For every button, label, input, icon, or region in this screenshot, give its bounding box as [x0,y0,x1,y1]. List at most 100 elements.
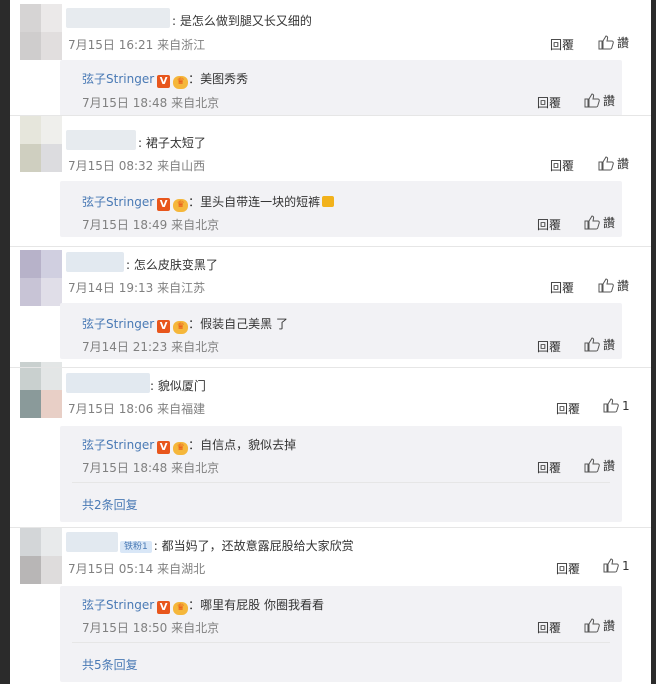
reply-author-link[interactable]: 弦子Stringer [82,438,154,452]
reply-time: 7月15日 18:48 [82,461,168,475]
comment-source: 来自山西 [157,159,206,173]
more-replies-link[interactable]: 共2条回复 [82,496,138,513]
reply-like-button[interactable]: 讚 [584,336,615,352]
reply-button[interactable]: 回覆 [550,157,574,174]
like-count: 1 [622,399,630,413]
like-button[interactable]: 讚 [598,34,629,50]
reply-meta: 7月14日 21:23 来自北京 [82,338,219,355]
reply-line: 弦子Stringer V ♛ ：里头自带连一块的短裤 [82,193,335,212]
reply-text: ：美图秀秀 [188,72,249,86]
comment-time: 7月15日 05:14 [68,562,154,576]
comment-source: 来自浙江 [157,38,206,52]
reply-meta: 7月15日 18:48 来自北京 [82,459,219,476]
reply-text: ：假装自己美黑 了 [188,317,288,331]
avatar[interactable] [20,116,62,172]
commenter-name-blurred[interactable] [66,252,124,272]
reply-line: 弦子Stringer V ♛ ：美图秀秀 [82,70,248,89]
like-label: 讚 [617,36,630,50]
thumbs-up-icon [603,558,619,573]
reply-line: 弦子Stringer V ♛ ：假装自己美黑 了 [82,315,288,334]
reply-line: 弦子Stringer V ♛ ：哪里有屁股 你圈我看看 [82,596,324,615]
shorts-emoji-icon [322,196,335,207]
comment-meta: 7月15日 18:06 来自福建 [68,400,205,417]
like-label: 讚 [603,459,616,473]
comment-time: 7月15日 08:32 [68,159,154,173]
reply-source: 来自北京 [171,96,220,110]
reply-button[interactable]: 回覆 [550,279,574,296]
commenter-name-blurred[interactable] [66,130,136,150]
reply-like-button[interactable]: 讚 [584,617,615,633]
author-reply: 弦子Stringer V ♛ ：美图秀秀 7月15日 18:48 来自北京 回覆 讚 [60,60,622,116]
reply-line: 弦子Stringer V ♛ ：自信点，貌似去掉 [82,436,296,455]
thread-divider [10,246,651,247]
comment-source: 来自湖北 [157,562,206,576]
fan-medal-icon: ♛ [173,76,189,89]
thumbs-up-icon [584,337,600,352]
reply-like-button[interactable]: 讚 [584,457,615,473]
reply-reply-button[interactable]: 回覆 [537,619,561,636]
comment-text: : 裙子太短了 [138,136,206,150]
reply-reply-button[interactable]: 回覆 [537,216,561,233]
like-label: 讚 [603,94,616,108]
commenter-name-blurred[interactable] [66,8,170,28]
commenter-name-blurred[interactable] [66,373,150,393]
reply-author-link[interactable]: 弦子Stringer [82,317,154,331]
reply-reply-button[interactable]: 回覆 [537,94,561,111]
comment-source: 来自福建 [157,402,206,416]
reply-button[interactable]: 回覆 [550,36,574,53]
comment-time: 7月15日 18:06 [68,402,154,416]
reply-text: ：哪里有屁股 你圈我看看 [188,598,324,612]
comment-text: : 都当妈了，还故意露屁股给大家欣赏 [153,539,354,553]
more-replies-link[interactable]: 共5条回复 [82,656,138,673]
thread-divider [10,367,651,368]
verified-badge-icon: V [157,320,171,333]
reply-reply-button[interactable]: 回覆 [537,459,561,476]
comment-source: 来自江苏 [157,281,206,295]
thumbs-up-icon [584,458,600,473]
thumbs-up-icon [603,398,619,413]
reply-time: 7月15日 18:50 [82,621,168,635]
reply-time: 7月15日 18:48 [82,96,168,110]
reply-author-link[interactable]: 弦子Stringer [82,72,154,86]
fan-medal-icon: ♛ [173,321,189,334]
verified-badge-icon: V [157,441,171,454]
thumbs-up-icon [598,278,614,293]
like-button[interactable]: 讚 [598,277,629,293]
comment-meta: 7月15日 08:32 来自山西 [68,157,205,174]
fan-level-badge: 铁粉1 [120,541,152,553]
author-reply: 弦子Stringer V ♛ ：假装自己美黑 了 7月14日 21:23 来自北京 回… [60,303,622,359]
author-reply: 弦子Stringer V ♛ ：哪里有屁股 你圈我看看 7月15日 18:50 来自北… [60,586,622,682]
thumbs-up-icon [584,215,600,230]
comment-text: : 是怎么做到腿又长又细的 [172,14,312,28]
thumbs-up-icon [598,35,614,50]
reply-meta: 7月15日 18:49 来自北京 [82,216,219,233]
like-button[interactable]: 1 [603,398,630,414]
commenter-name-blurred[interactable] [66,532,118,552]
like-button[interactable]: 讚 [598,155,629,171]
comment-meta: 7月15日 16:21 来自浙江 [68,36,205,53]
avatar[interactable] [20,250,62,306]
comment-meta: 7月15日 05:14 来自湖北 [68,560,205,577]
reply-like-button[interactable]: 讚 [584,214,615,230]
reply-reply-button[interactable]: 回覆 [537,338,561,355]
like-label: 讚 [617,157,630,171]
reply-like-button[interactable]: 讚 [584,92,615,108]
like-button[interactable]: 1 [603,558,630,574]
verified-badge-icon: V [157,198,171,211]
reply-source: 来自北京 [171,340,220,354]
thumbs-up-icon [584,93,600,108]
fan-medal-icon: ♛ [173,602,189,615]
avatar[interactable] [20,4,62,60]
author-reply: 弦子Stringer V ♛ ：里头自带连一块的短裤 7月15日 18:49 来自北京… [60,181,622,237]
avatar[interactable] [20,528,62,584]
author-reply: 弦子Stringer V ♛ ：自信点，貌似去掉 7月15日 18:48 来自北京 回… [60,426,622,522]
reply-meta: 7月15日 18:48 来自北京 [82,94,219,111]
reply-author-link[interactable]: 弦子Stringer [82,598,154,612]
avatar[interactable] [20,362,62,418]
reply-source: 来自北京 [171,218,220,232]
reply-author-link[interactable]: 弦子Stringer [82,195,154,209]
reply-button[interactable]: 回覆 [556,560,580,577]
divider [72,642,610,643]
reply-source: 来自北京 [171,621,220,635]
reply-button[interactable]: 回覆 [556,400,580,417]
